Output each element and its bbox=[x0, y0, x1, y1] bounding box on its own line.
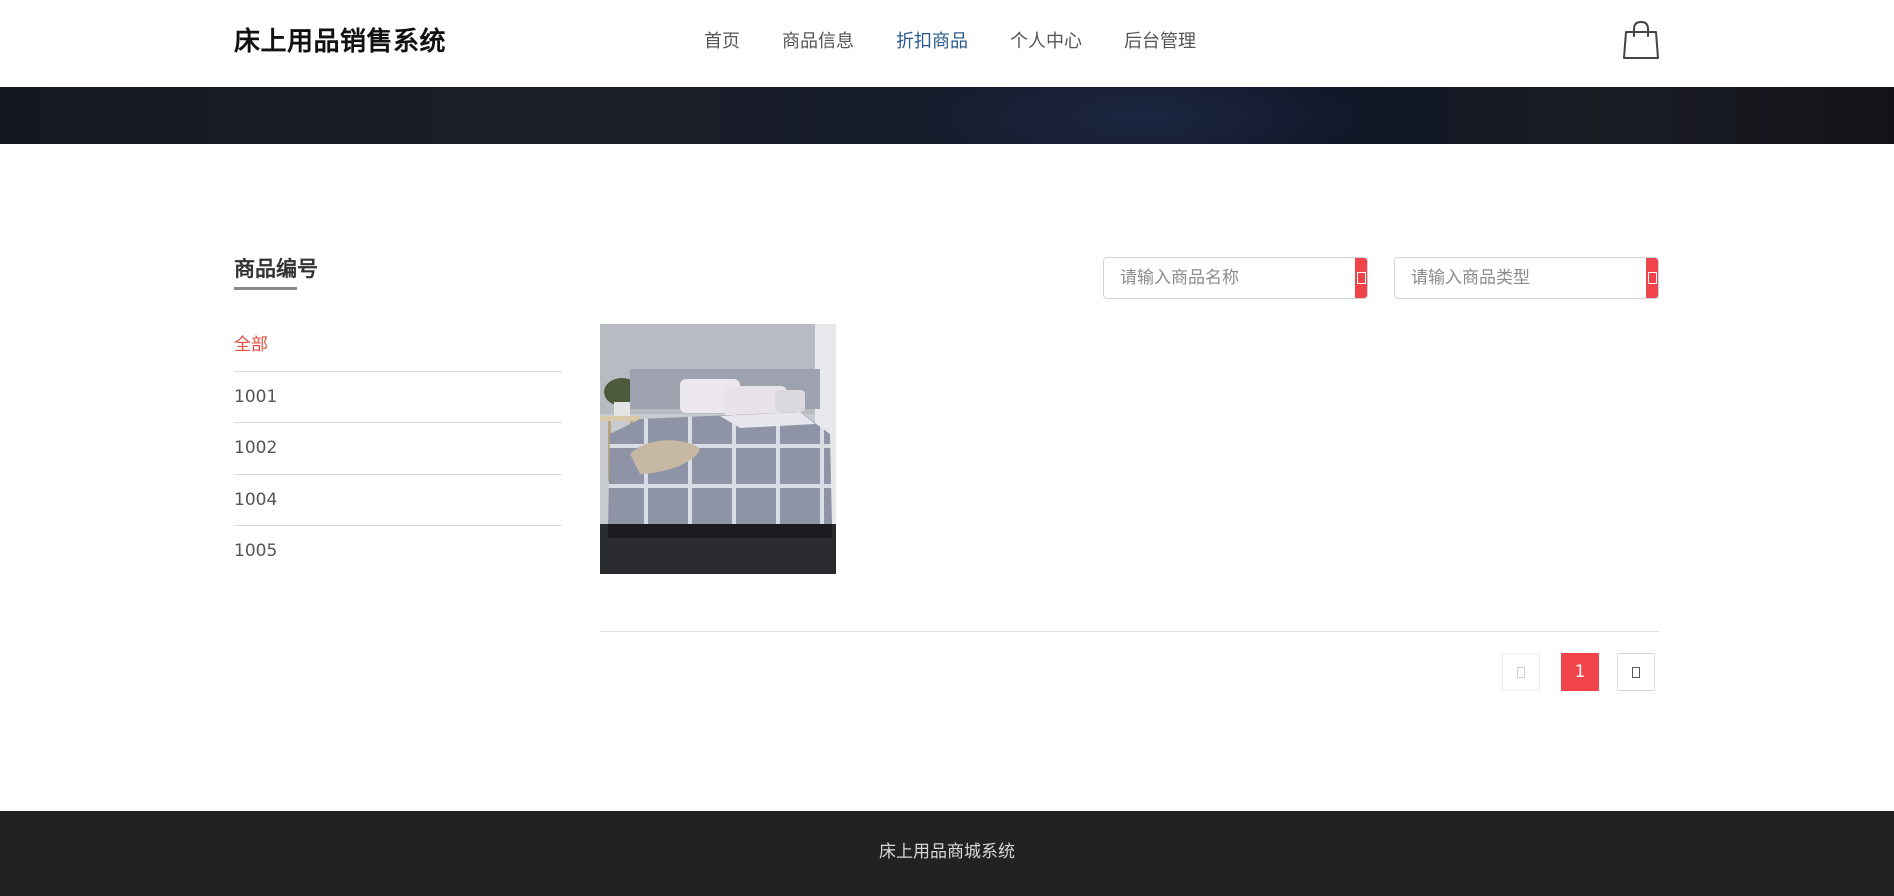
name-search-box bbox=[1103, 257, 1368, 299]
category-item-1002[interactable]: 1002 bbox=[234, 423, 562, 475]
nav-item-discount[interactable]: 折扣商品 bbox=[896, 28, 968, 56]
category-item-1001[interactable]: 1001 bbox=[234, 372, 562, 423]
pagination-next-button[interactable] bbox=[1617, 653, 1655, 691]
category-item-1004[interactable]: 1004 bbox=[234, 475, 562, 526]
product-card[interactable] bbox=[600, 324, 836, 574]
product-type-search-input[interactable] bbox=[1395, 258, 1646, 298]
page-banner bbox=[0, 87, 1894, 144]
nav-item-home[interactable]: 首页 bbox=[704, 28, 740, 56]
nav-item-profile[interactable]: 个人中心 bbox=[1010, 28, 1082, 56]
nav-item-admin[interactable]: 后台管理 bbox=[1124, 28, 1196, 56]
main-nav: 首页 商品信息 折扣商品 个人中心 后台管理 bbox=[704, 28, 1238, 56]
name-search-button[interactable] bbox=[1355, 258, 1367, 298]
category-item-all[interactable]: 全部 bbox=[234, 320, 562, 372]
site-header: 床上用品销售系统 首页 商品信息 折扣商品 个人中心 后台管理 bbox=[0, 0, 1894, 87]
footer-text: 床上用品商城系统 bbox=[879, 842, 1015, 862]
site-footer: 床上用品商城系统 bbox=[0, 811, 1894, 896]
category-list: 全部 1001 1002 1004 1005 bbox=[234, 320, 562, 578]
nav-item-products[interactable]: 商品信息 bbox=[782, 28, 854, 56]
chevron-right-icon bbox=[1632, 666, 1640, 678]
product-image[interactable] bbox=[600, 324, 836, 574]
pagination-prev-button[interactable] bbox=[1502, 653, 1540, 691]
search-icon bbox=[1647, 272, 1657, 284]
shopping-bag-icon[interactable] bbox=[1622, 20, 1660, 60]
site-logo[interactable]: 床上用品销售系统 bbox=[234, 24, 446, 60]
pagination-page-current[interactable]: 1 bbox=[1561, 653, 1599, 691]
content-divider bbox=[600, 631, 1659, 632]
type-search-box bbox=[1394, 257, 1659, 299]
chevron-left-icon bbox=[1517, 666, 1525, 678]
sidebar-title-underline bbox=[234, 287, 297, 290]
type-search-button[interactable] bbox=[1646, 258, 1658, 298]
category-item-1005[interactable]: 1005 bbox=[234, 526, 562, 578]
sidebar-title: 商品编号 bbox=[234, 257, 318, 281]
search-icon bbox=[1356, 272, 1366, 284]
product-name-search-input[interactable] bbox=[1104, 258, 1355, 298]
